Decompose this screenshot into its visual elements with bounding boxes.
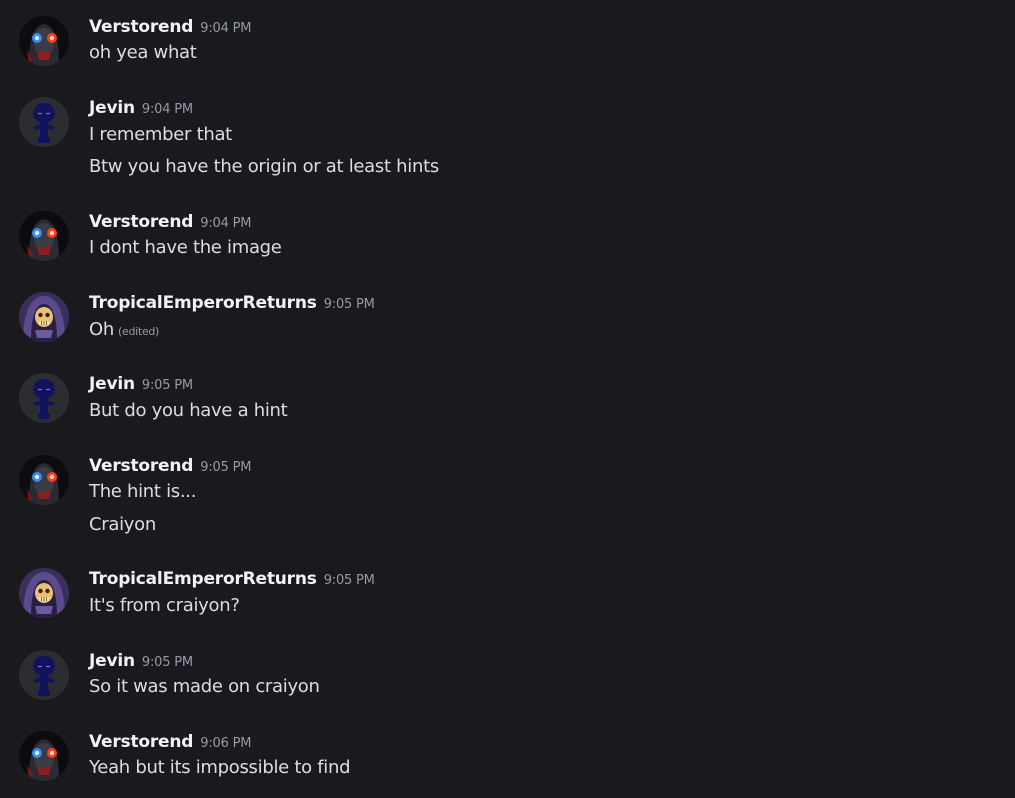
timestamp: 9:04 PM: [200, 21, 252, 36]
timestamp: 9:05 PM: [323, 573, 375, 588]
timestamp: 9:05 PM: [141, 378, 193, 393]
timestamp: 9:05 PM: [141, 655, 193, 670]
blue-figure-avatar[interactable]: [19, 97, 69, 147]
skull-robot-avatar[interactable]: [19, 16, 69, 66]
timestamp: 9:04 PM: [200, 216, 252, 231]
message-header: Verstorend 9:04 PM: [89, 16, 251, 38]
chat-message-list: Verstorend 9:04 PM oh yea what Jevin 9:04 …: [0, 0, 1015, 798]
message-text: Btw you have the origin or at least hint…: [89, 156, 439, 177]
username[interactable]: Jevin: [89, 651, 135, 671]
message-header: Verstorend 9:05 PM: [89, 455, 251, 477]
message-text: Oh (edited): [89, 318, 159, 344]
timestamp: 9:05 PM: [323, 297, 375, 312]
message-text-content: Oh: [89, 319, 114, 340]
skull-robot-avatar[interactable]: [19, 455, 69, 505]
username[interactable]: Verstorend: [89, 732, 193, 752]
message-text: Craiyon: [89, 514, 156, 535]
skull-robot-avatar[interactable]: [19, 731, 69, 781]
message-header: TropicalEmperorReturns 9:05 PM: [89, 568, 375, 590]
message-text: Yeah but its impossible to find: [89, 757, 351, 778]
username[interactable]: Verstorend: [89, 456, 193, 476]
hooded-skeleton-avatar[interactable]: [19, 292, 69, 342]
timestamp: 9:06 PM: [200, 736, 252, 751]
message-text: I dont have the image: [89, 237, 282, 258]
username[interactable]: Jevin: [89, 374, 135, 394]
username[interactable]: TropicalEmperorReturns: [89, 293, 317, 313]
skull-robot-avatar[interactable]: [19, 211, 69, 261]
message-header: TropicalEmperorReturns 9:05 PM: [89, 292, 375, 314]
username[interactable]: Jevin: [89, 98, 135, 118]
blue-figure-avatar[interactable]: [19, 650, 69, 700]
edited-label: (edited): [117, 325, 160, 338]
message-header: Jevin 9:05 PM: [89, 650, 193, 672]
message-text: But do you have a hint: [89, 400, 288, 421]
message-header: Verstorend 9:06 PM: [89, 731, 251, 753]
timestamp: 9:04 PM: [141, 102, 193, 117]
blue-figure-avatar[interactable]: [19, 373, 69, 423]
username[interactable]: Verstorend: [89, 17, 193, 37]
message-header: Jevin 9:04 PM: [89, 97, 193, 119]
message-text: It's from craiyon?: [89, 595, 240, 616]
message-text: I remember that: [89, 124, 232, 145]
hooded-skeleton-avatar[interactable]: [19, 568, 69, 618]
message-text: So it was made on craiyon: [89, 676, 320, 697]
message-header: Verstorend 9:04 PM: [89, 211, 251, 233]
message-header: Jevin 9:05 PM: [89, 373, 193, 395]
message-text: oh yea what: [89, 42, 197, 63]
message-text: The hint is...: [89, 481, 197, 502]
timestamp: 9:05 PM: [200, 460, 252, 475]
username[interactable]: TropicalEmperorReturns: [89, 569, 317, 589]
username[interactable]: Verstorend: [89, 212, 193, 232]
